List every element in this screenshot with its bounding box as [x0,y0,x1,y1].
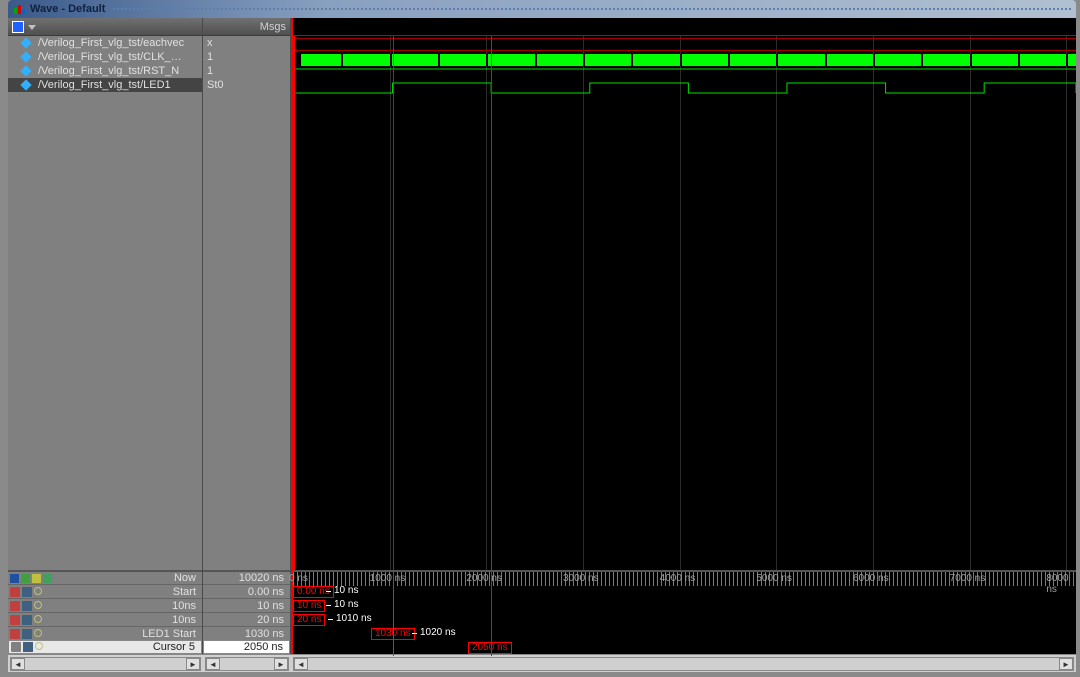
cursor-time-marker[interactable]: 0.00 ns [293,586,334,598]
cursor-time-marker[interactable]: 20 ns [293,614,325,626]
signal-icon [20,51,31,62]
lock-icon[interactable] [10,629,20,639]
tool-icon[interactable] [32,574,41,583]
wave-header [293,18,1076,36]
color-icon[interactable] [35,642,43,650]
wave-scroll[interactable]: ◄► [293,657,1074,671]
cursor-label: Cursor 5 [43,641,201,653]
config-icon[interactable] [22,601,32,611]
ruler-tick-label: 6000 ns [853,573,889,584]
cursor-row[interactable]: 10ns [8,612,202,626]
value-cell: 1 [203,50,290,64]
tool-icon[interactable] [10,574,19,583]
cursor-row[interactable]: 10ns [8,598,202,612]
cursor-label: LED1 Start [42,628,202,640]
msgs-header[interactable]: Msgs [203,18,290,36]
val-scroll[interactable]: ◄► [205,657,289,671]
scroll-left-icon[interactable]: ◄ [294,658,308,670]
scroll-right-icon[interactable]: ► [186,658,200,670]
signal-icon [20,37,31,48]
cursor-delta-marker: 10 ns [331,600,361,612]
cursor-delta-marker: 1020 ns [417,628,459,640]
scroll-left-icon[interactable]: ◄ [11,658,25,670]
cursor-value[interactable]: 10 ns [203,598,290,612]
lock-icon[interactable] [11,642,21,652]
ruler-tick-label: 3000 ns [563,573,599,584]
cursor-row[interactable]: LED1 Start [8,626,202,640]
config-icon[interactable] [22,629,32,639]
now-label: Now [54,572,202,584]
ruler-tick-label: 7000 ns [950,573,986,584]
signal-name: /Verilog_First_vlg_tst/RST_N [38,65,179,77]
cursor-value[interactable]: 1030 ns [203,626,290,640]
titlebar[interactable]: Wave - Default [8,0,1076,18]
cursor-value[interactable]: 20 ns [203,612,290,626]
ruler-tick-label: 1000 ns [370,573,406,584]
now-value: 10020 ns [203,570,290,584]
signal-header[interactable] [8,18,202,36]
dropdown-icon[interactable] [28,25,36,30]
signal-icon [20,79,31,90]
signal-row[interactable]: /Verilog_First_vlg_tst/LED1 [8,78,202,92]
config-icon[interactable] [22,587,32,597]
scroll-right-icon[interactable]: ► [274,658,288,670]
signal-row[interactable]: /Verilog_First_vlg_tst/CLK_… [8,50,202,64]
cursor-label: Start [42,586,202,598]
cursor-label: 10ns [42,600,202,612]
msgs-label: Msgs [260,21,286,33]
signal-name-pane[interactable]: /Verilog_First_vlg_tst/eachvec /Verilog_… [8,18,203,654]
scroll-right-icon[interactable]: ► [1059,658,1073,670]
ruler-tick-label: 2000 ns [466,573,502,584]
ruler-tick-label: 5000 ns [756,573,792,584]
now-row: Now [8,570,202,584]
cursor-delta-marker: 1010 ns [333,614,375,626]
time-ruler[interactable]: 0 ns1000 ns2000 ns3000 ns4000 ns5000 ns6… [293,572,1076,586]
wave-footer[interactable]: 0 ns1000 ns2000 ns3000 ns4000 ns5000 ns6… [293,570,1076,654]
signal-name: /Verilog_First_vlg_tst/LED1 [38,79,171,91]
bottom-scrollbar-strip: ◄► ◄► ◄► [8,654,1076,672]
active-cursor-row[interactable]: Cursor 5 [8,640,202,654]
tool-icon[interactable] [43,574,52,583]
wave-app-icon [12,2,26,16]
cursor-delta-marker: 10 ns [331,586,361,598]
color-icon[interactable] [34,629,42,637]
config-icon[interactable] [22,615,32,625]
lock-icon[interactable] [10,615,20,625]
wave-body[interactable] [293,36,1076,570]
signal-row[interactable]: /Verilog_First_vlg_tst/RST_N [8,64,202,78]
signal-name: /Verilog_First_vlg_tst/CLK_… [38,51,182,63]
color-icon[interactable] [34,601,42,609]
config-icon[interactable] [23,642,33,652]
signal-icon [20,65,31,76]
ruler-tick-label: 4000 ns [660,573,696,584]
value-pane[interactable]: Msgs x 1 1 St0 10020 ns 0.00 ns 10 ns 20… [203,18,291,654]
scroll-left-icon[interactable]: ◄ [206,658,220,670]
value-cell: x [203,36,290,50]
left-scroll[interactable]: ◄► [10,657,201,671]
cursor-value[interactable]: 0.00 ns [203,584,290,598]
lock-icon[interactable] [10,587,20,597]
cursor-time-marker[interactable]: 10 ns [293,600,325,612]
ruler-tick-label: 0 ns [289,573,308,584]
titlebar-decor [113,8,1072,10]
value-cell: St0 [203,78,290,92]
cursor-time-marker[interactable]: 2050 ns [468,642,512,654]
cursor-row[interactable]: Start [8,584,202,598]
cursor-label: 10ns [42,614,202,626]
signal-row[interactable]: /Verilog_First_vlg_tst/eachvec [8,36,202,50]
object-cube-icon[interactable] [12,21,24,33]
waveform-pane[interactable]: 0 ns 1000 ns 2000 ns 3000 ns 4000 ns 5000 ns 6… [291,18,1076,654]
signal-name: /Verilog_First_vlg_tst/eachvec [38,37,184,49]
color-icon[interactable] [34,615,42,623]
value-cell: 1 [203,64,290,78]
color-icon[interactable] [34,587,42,595]
window-title: Wave - Default [30,3,105,15]
active-cursor-value[interactable]: 2050 ns [203,640,290,654]
tool-icon[interactable] [21,574,30,583]
signal-list[interactable]: /Verilog_First_vlg_tst/eachvec /Verilog_… [8,36,202,570]
lock-icon[interactable] [10,601,20,611]
